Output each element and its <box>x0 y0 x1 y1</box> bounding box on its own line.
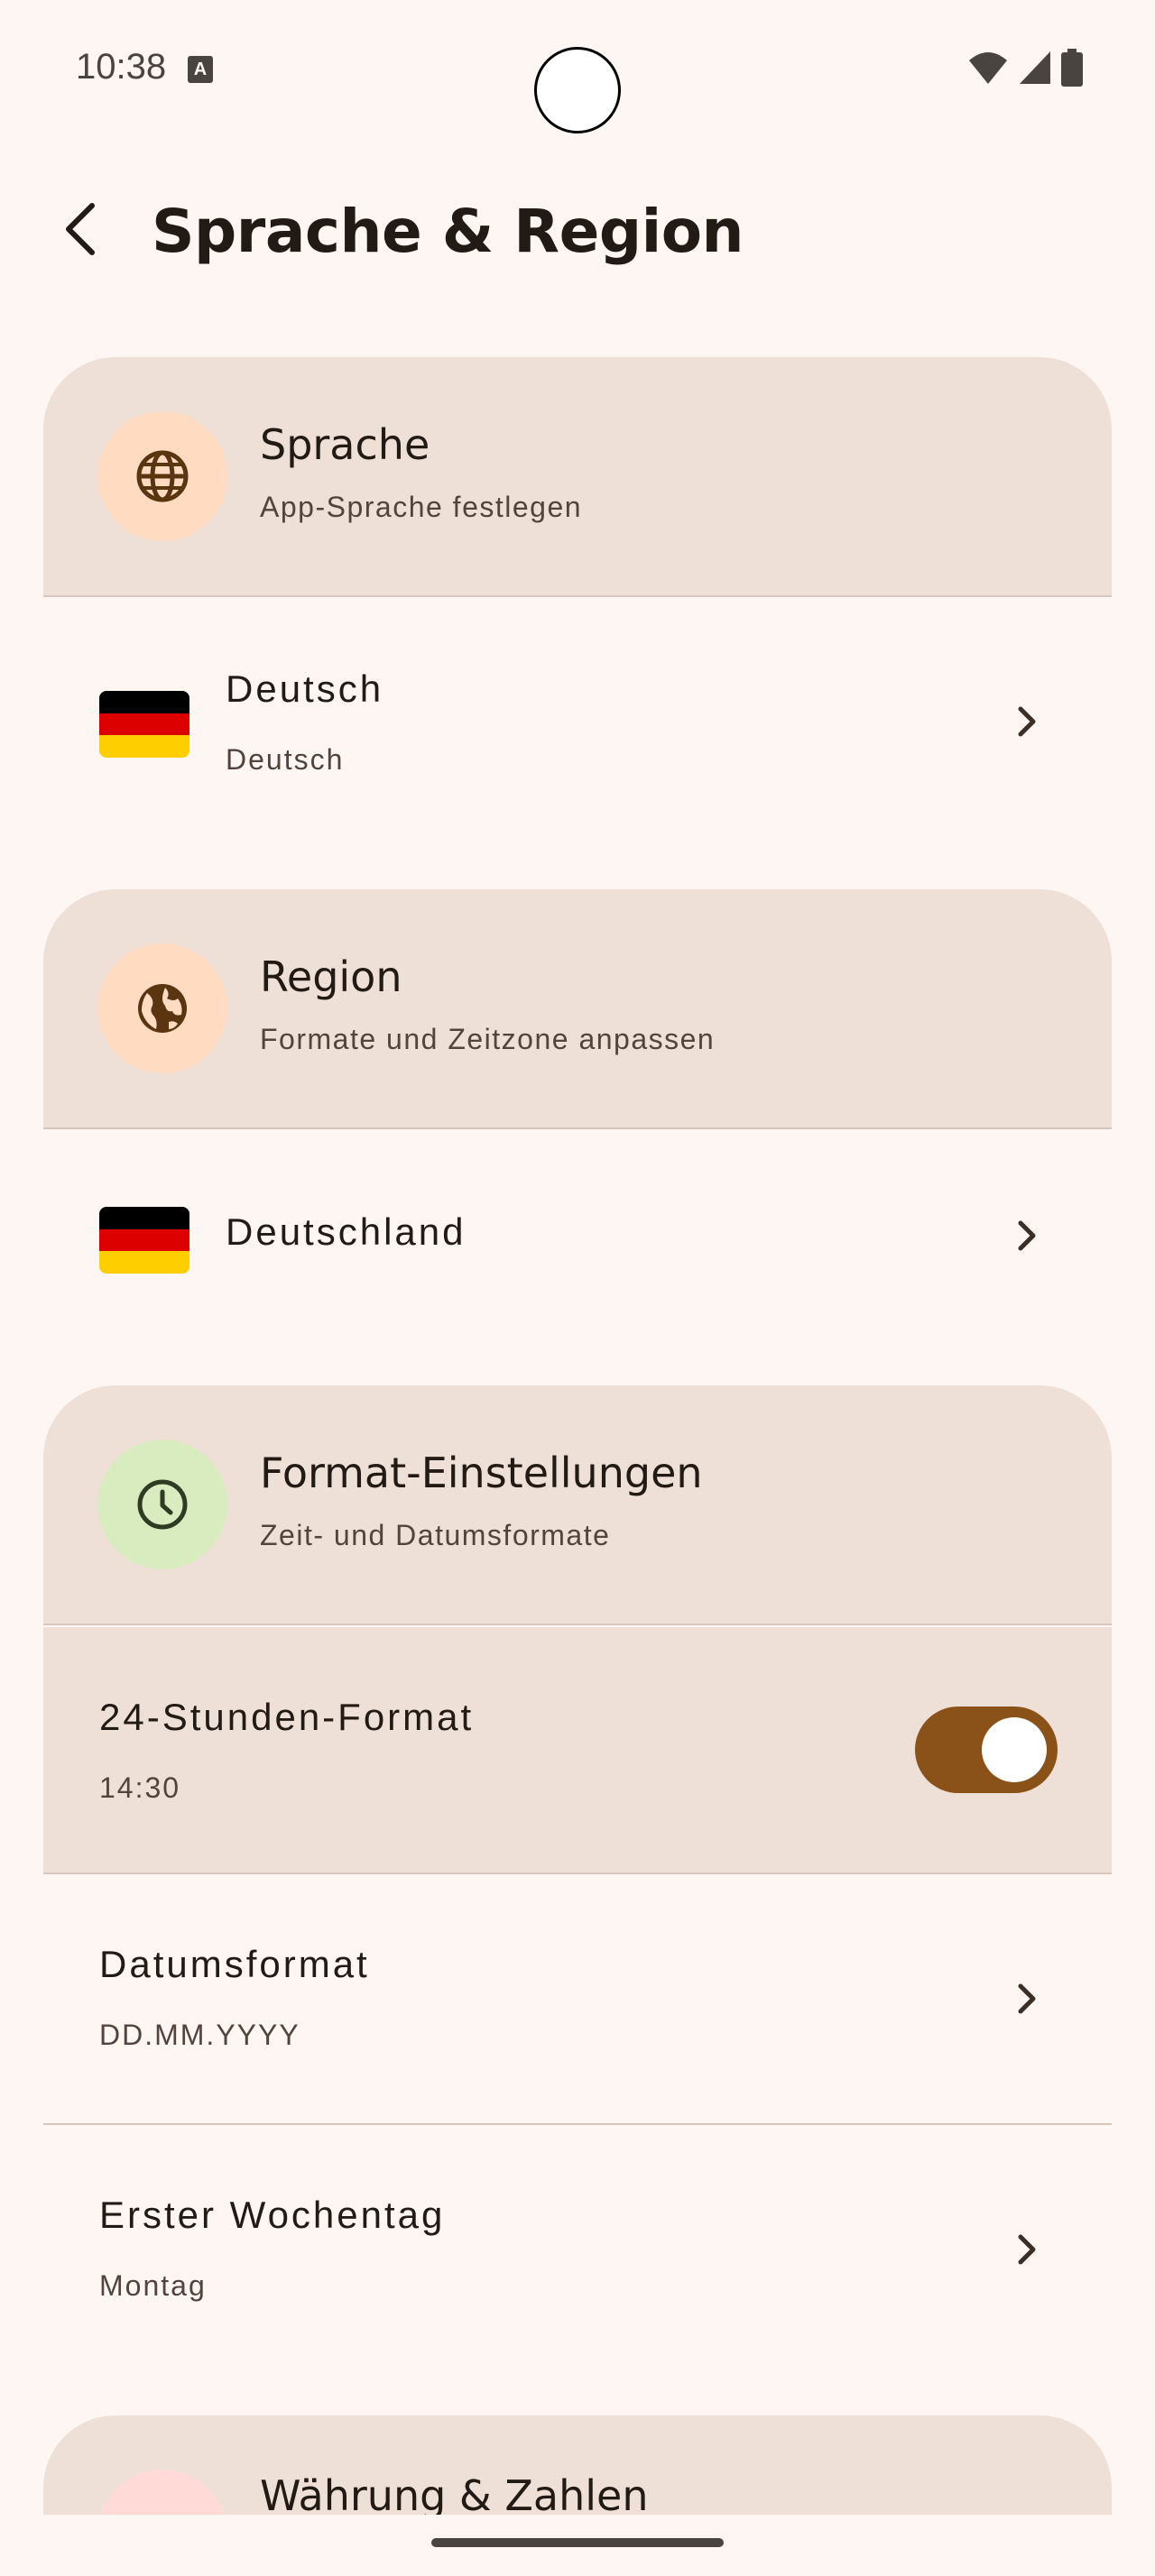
gesture-navigation-bar[interactable] <box>431 2538 724 2547</box>
section-currency-header: Währung & Zahlen <box>43 2415 1112 2515</box>
section-format-icon-badge <box>97 1440 227 1569</box>
first-weekday-row[interactable]: Erster Wochentag Montag <box>43 2125 1112 2374</box>
time24-toggle[interactable] <box>915 1707 1058 1793</box>
chevron-right-icon <box>1018 1983 1036 2014</box>
first-weekday-row-subtitle: Montag <box>99 2269 207 2302</box>
date-format-row-subtitle: DD.MM.YYYY <box>99 2019 300 2051</box>
germany-flag-icon <box>99 691 189 758</box>
section-language-icon-badge <box>97 411 227 541</box>
chevron-right-icon <box>1018 1220 1036 1251</box>
date-format-row[interactable]: Datumsformat DD.MM.YYYY <box>43 1874 1112 2123</box>
section-region-subtitle: Formate und Zeitzone anpassen <box>260 1023 716 1055</box>
section-format-subtitle: Zeit- und Datumsformate <box>260 1519 611 1551</box>
section-currency-icon-badge <box>97 2470 227 2515</box>
notification-a-icon: A <box>188 56 213 83</box>
language-row-title: Deutsch <box>226 667 384 710</box>
section-region-header: Region Formate und Zeitzone anpassen <box>43 889 1112 1129</box>
section-currency-title: Währung & Zahlen <box>260 2471 649 2515</box>
germany-flag-icon <box>99 1207 189 1274</box>
earth-icon <box>138 984 187 1033</box>
section-language-header: Sprache App-Sprache festlegen <box>43 357 1112 597</box>
language-row[interactable]: Deutsch Deutsch <box>43 599 1112 844</box>
section-region-icon-badge <box>97 943 227 1073</box>
status-bar: 10:38 A <box>0 0 1155 135</box>
section-format-title: Format-Einstellungen <box>260 1449 703 1497</box>
section-format-header: Format-Einstellungen Zeit- und Datumsfor… <box>43 1385 1112 1625</box>
section-language-title: Sprache <box>260 420 430 469</box>
status-time: 10:38 <box>76 47 167 87</box>
time24-row-title: 24-Stunden-Format <box>99 1696 475 1738</box>
date-format-row-title: Datumsformat <box>99 1943 370 1985</box>
toggle-knob <box>982 1717 1047 1782</box>
camera-cutout <box>534 47 621 133</box>
time24-row-subtitle: 14:30 <box>99 1771 181 1804</box>
time24-row[interactable]: 24-Stunden-Format 14:30 <box>43 1627 1112 1872</box>
section-region-title: Region <box>260 952 402 1001</box>
region-row-title: Deutschland <box>226 1210 467 1253</box>
globe-icon <box>136 450 189 502</box>
status-icons <box>967 49 1083 87</box>
battery-icon <box>1061 49 1083 87</box>
section-language-subtitle: App-Sprache festlegen <box>260 491 583 523</box>
back-button[interactable] <box>45 193 117 265</box>
app-bar: Sprache & Region <box>0 171 1155 289</box>
first-weekday-row-title: Erster Wochentag <box>99 2194 446 2236</box>
chevron-right-icon <box>1018 706 1036 737</box>
chevron-right-icon <box>1018 2234 1036 2265</box>
wifi-icon <box>969 52 1007 84</box>
page-title: Sprache & Region <box>152 197 744 266</box>
arrow-back-icon <box>66 203 95 255</box>
clock-icon <box>137 1479 188 1530</box>
language-row-subtitle: Deutsch <box>226 743 345 776</box>
region-row[interactable]: Deutschland <box>43 1131 1112 1340</box>
signal-icon <box>1020 51 1050 84</box>
